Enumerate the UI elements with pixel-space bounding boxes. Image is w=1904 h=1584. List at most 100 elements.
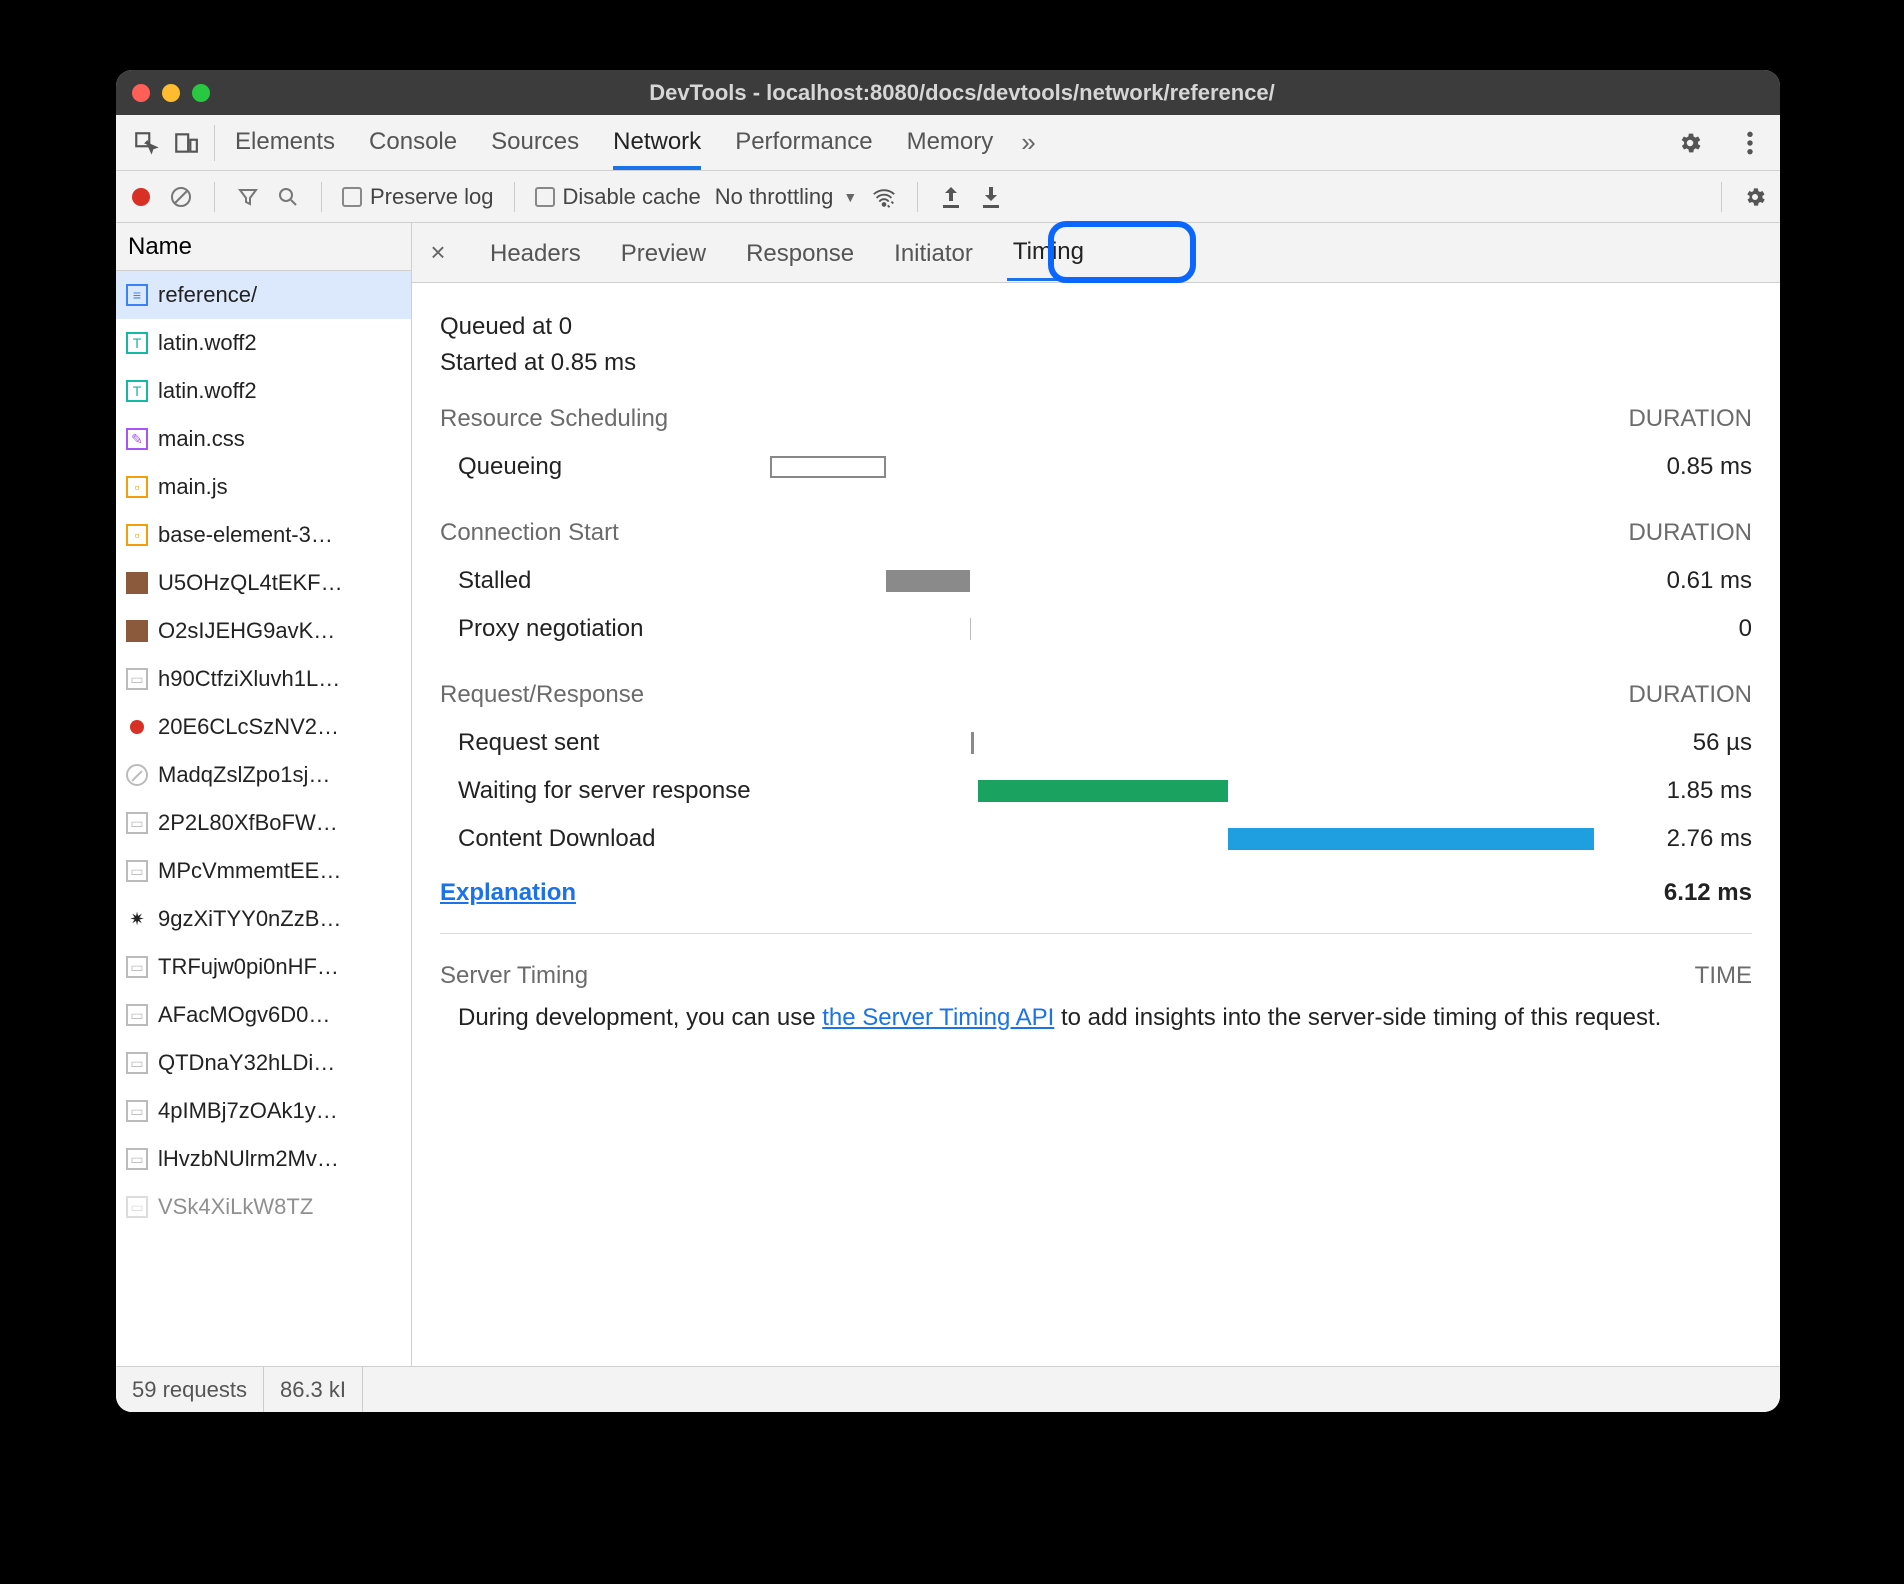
- throttling-value: No throttling: [715, 184, 834, 210]
- kebab-menu-icon[interactable]: [1730, 123, 1770, 163]
- close-detail-icon[interactable]: ×: [420, 237, 456, 268]
- server-timing-api-link[interactable]: the Server Timing API: [822, 1004, 1054, 1031]
- titlebar: DevTools - localhost:8080/docs/devtools/…: [116, 70, 1780, 115]
- preserve-log-checkbox[interactable]: Preserve log: [342, 184, 494, 210]
- request-row[interactable]: ▭h90CtfziXluvh1L…: [116, 655, 411, 703]
- request-row[interactable]: ▭4pIMBj7zOAk1y…: [116, 1087, 411, 1135]
- request-row[interactable]: ▭QTDnaY32hLDi…: [116, 1039, 411, 1087]
- preserve-log-label: Preserve log: [370, 184, 494, 209]
- request-name: 9gzXiTYY0nZzB…: [158, 906, 341, 932]
- tab-headers[interactable]: Headers: [484, 226, 587, 280]
- img-file-icon: [126, 572, 148, 594]
- filter-icon[interactable]: [235, 184, 261, 210]
- css-file-icon: ✎: [126, 428, 148, 450]
- request-row[interactable]: O2sIJEHG9avK…: [116, 607, 411, 655]
- gear-file-icon: ✷: [126, 908, 148, 930]
- tab-network[interactable]: Network: [613, 116, 701, 170]
- request-name: U5OHzQL4tEKF…: [158, 570, 343, 596]
- timing-label: Proxy negotiation: [440, 615, 770, 643]
- throttling-dropdown[interactable]: No throttling ▼: [715, 184, 857, 210]
- timing-bar: [770, 456, 886, 478]
- search-icon[interactable]: [275, 184, 301, 210]
- tab-performance[interactable]: Performance: [735, 116, 872, 170]
- request-row[interactable]: ✷ 9gzXiTYY0nZzB…: [116, 895, 411, 943]
- request-row[interactable]: ▭MPcVmmemtEE…: [116, 847, 411, 895]
- generic-file-icon: ▭: [126, 1196, 148, 1218]
- request-row[interactable]: U5OHzQL4tEKF…: [116, 559, 411, 607]
- separator: [321, 182, 322, 212]
- request-row[interactable]: ✎main.css: [116, 415, 411, 463]
- request-row[interactable]: Tlatin.woff2: [116, 367, 411, 415]
- tab-sources[interactable]: Sources: [491, 116, 579, 170]
- clear-icon[interactable]: [168, 184, 194, 210]
- network-settings-gear-icon[interactable]: [1742, 184, 1768, 210]
- request-name: reference/: [158, 282, 257, 308]
- duration-header: DURATION: [1628, 405, 1752, 433]
- close-window-icon[interactable]: [132, 84, 150, 102]
- timing-total: 6.12 ms: [1664, 879, 1752, 907]
- request-row[interactable]: ▭lHvzbNUlrm2Mv…: [116, 1135, 411, 1183]
- timing-bar: [978, 780, 1228, 802]
- text: to add insights into the server-side tim…: [1054, 1004, 1661, 1031]
- inspect-element-icon[interactable]: [126, 123, 166, 163]
- request-row[interactable]: ▫main.js: [116, 463, 411, 511]
- section-server-timing: Server Timing TIME: [440, 962, 1752, 990]
- request-list[interactable]: ≡reference/Tlatin.woff2Tlatin.woff2✎main…: [116, 271, 411, 1366]
- timing-label: Stalled: [440, 567, 770, 595]
- section-title: Resource Scheduling: [440, 405, 668, 433]
- minimize-window-icon[interactable]: [162, 84, 180, 102]
- separator: [917, 182, 918, 212]
- request-row[interactable]: ▫base-element-3…: [116, 511, 411, 559]
- disable-cache-label: Disable cache: [563, 184, 701, 209]
- tab-response[interactable]: Response: [740, 226, 860, 280]
- section-title: Request/Response: [440, 681, 644, 709]
- timing-bar: [1228, 828, 1594, 850]
- js-file-icon: ▫: [126, 524, 148, 546]
- section-connection-start: Connection Start DURATION: [440, 519, 1752, 547]
- request-name: O2sIJEHG9avK…: [158, 618, 335, 644]
- request-row[interactable]: ▭TRFujw0pi0nHF…: [116, 943, 411, 991]
- more-tabs-icon[interactable]: »: [1021, 127, 1035, 158]
- request-row[interactable]: ≡reference/: [116, 271, 411, 319]
- zoom-window-icon[interactable]: [192, 84, 210, 102]
- device-toolbar-icon[interactable]: [166, 123, 206, 163]
- request-row[interactable]: ▭AFacMOgv6D0…: [116, 991, 411, 1039]
- generic-file-icon: ▭: [126, 956, 148, 978]
- upload-har-icon[interactable]: [938, 184, 964, 210]
- request-name: AFacMOgv6D0…: [158, 1002, 330, 1028]
- request-name: QTDnaY32hLDi…: [158, 1050, 335, 1076]
- tab-initiator[interactable]: Initiator: [888, 226, 979, 280]
- request-row[interactable]: 20E6CLcSzNV2…: [116, 703, 411, 751]
- timing-label: Waiting for server response: [440, 777, 770, 806]
- settings-gear-icon[interactable]: [1670, 123, 1710, 163]
- download-har-icon[interactable]: [978, 184, 1004, 210]
- dropdown-triangle-icon: ▼: [843, 189, 857, 205]
- request-name: latin.woff2: [158, 378, 257, 404]
- tab-memory[interactable]: Memory: [907, 116, 994, 170]
- timing-panel: Queued at 0 Started at 0.85 ms Resource …: [412, 283, 1780, 1366]
- disable-cache-checkbox[interactable]: Disable cache: [535, 184, 701, 210]
- request-row[interactable]: Tlatin.woff2: [116, 319, 411, 367]
- explanation-link[interactable]: Explanation: [440, 879, 576, 907]
- request-row[interactable]: ▭2P2L80XfBoFW…: [116, 799, 411, 847]
- duration-header: DURATION: [1628, 681, 1752, 709]
- section-title: Server Timing: [440, 962, 588, 990]
- request-list-panel: Name ≡reference/Tlatin.woff2Tlatin.woff2…: [116, 223, 412, 1366]
- request-name: 4pIMBj7zOAk1y…: [158, 1098, 338, 1124]
- request-list-header[interactable]: Name: [116, 223, 411, 271]
- time-header: TIME: [1695, 962, 1752, 990]
- request-row[interactable]: ▭VSk4XiLkW8TZ: [116, 1183, 411, 1231]
- js-file-icon: ▫: [126, 476, 148, 498]
- timing-row-proxy: Proxy negotiation 0: [440, 605, 1752, 653]
- tab-preview[interactable]: Preview: [615, 226, 712, 280]
- timing-bar: [971, 732, 974, 754]
- tab-elements[interactable]: Elements: [235, 116, 335, 170]
- status-bar: 59 requests 86.3 kI: [116, 1366, 1780, 1412]
- tab-console[interactable]: Console: [369, 116, 457, 170]
- record-icon[interactable]: [128, 184, 154, 210]
- network-conditions-icon[interactable]: [871, 184, 897, 210]
- timing-bar: [886, 570, 969, 592]
- request-row[interactable]: MadqZslZpo1sj…: [116, 751, 411, 799]
- timing-value: 0: [1602, 615, 1752, 643]
- tab-timing[interactable]: Timing: [1007, 224, 1090, 281]
